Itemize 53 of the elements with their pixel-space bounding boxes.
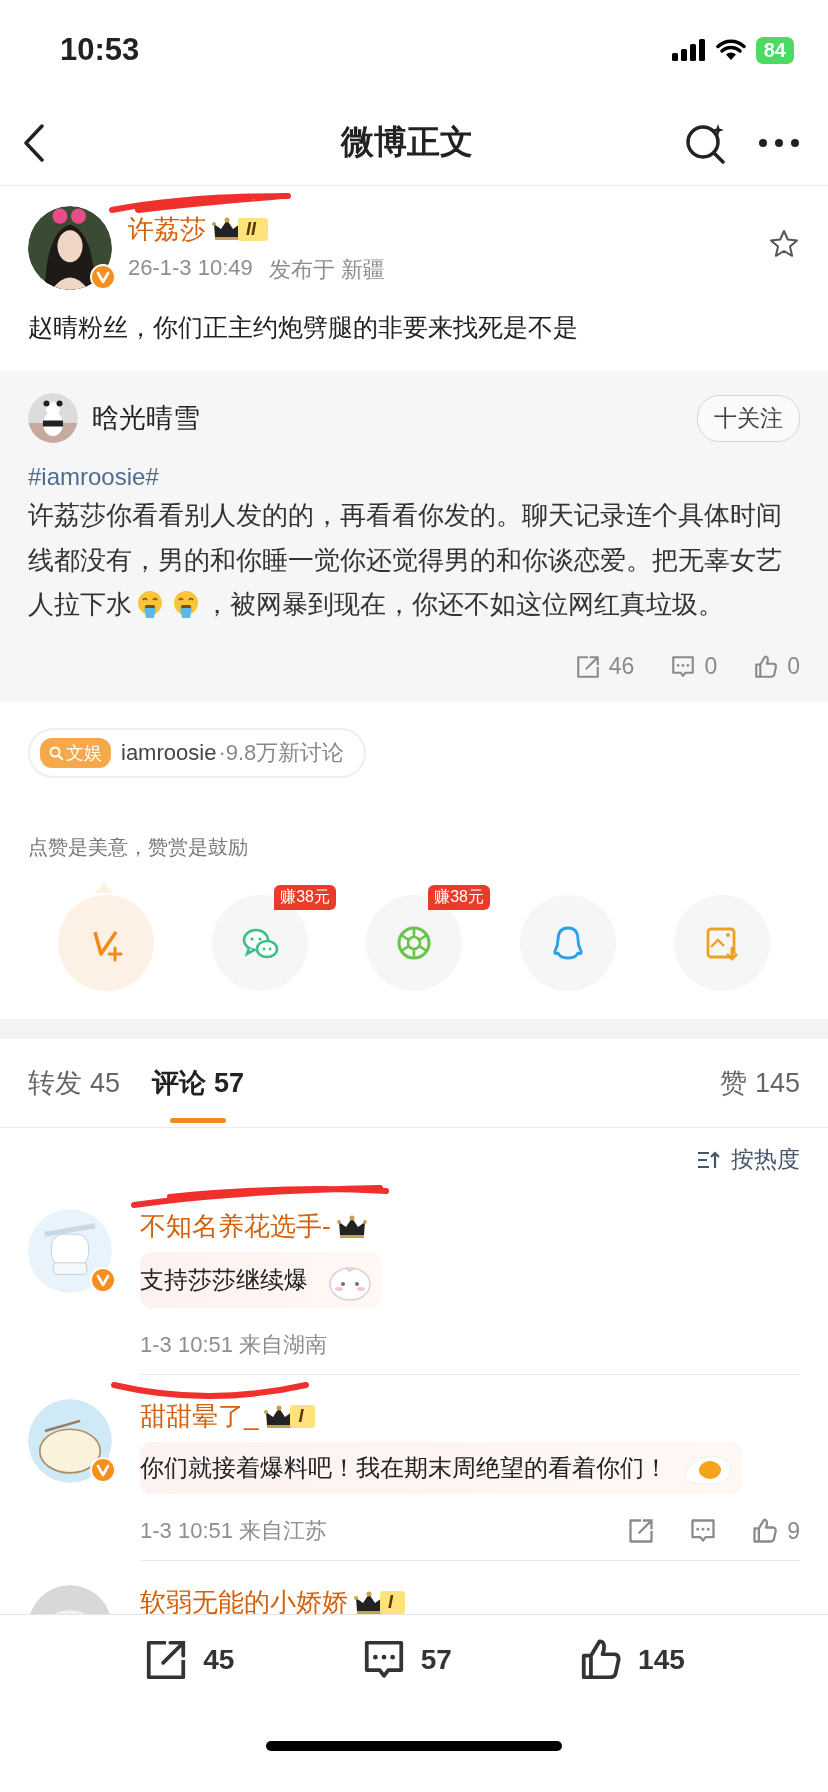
clock-time: 10:53 xyxy=(60,32,140,68)
count-label: 9 xyxy=(787,1517,800,1545)
tab[interactable]: 赞 145 xyxy=(719,1039,800,1128)
signal-icon xyxy=(671,39,706,61)
user-name[interactable]: 许荔莎 xyxy=(128,211,206,247)
crying-emoji-icon xyxy=(135,589,165,620)
back-icon[interactable] xyxy=(22,123,46,162)
sort-button[interactable]: 按热度 xyxy=(697,1144,800,1176)
crying-emoji-icon xyxy=(171,589,201,620)
reward-hint: 点赞是美意，赞赏是鼓励 xyxy=(27,835,249,861)
comment-icon[interactable] xyxy=(670,653,697,680)
sort-icon xyxy=(697,1149,721,1170)
comment-meta: 1-3 10:51 来自江苏 xyxy=(140,1517,328,1546)
like-icon[interactable] xyxy=(753,653,780,680)
hashtag-link[interactable]: #iamroosie# xyxy=(28,463,159,491)
level-badge: I xyxy=(380,1591,405,1614)
user-name[interactable]: 晗光晴雪 xyxy=(92,400,683,436)
count-label: 0 xyxy=(704,653,718,681)
comment-text: 你们就接着爆料吧！我在期末周绝望的看着你们！ xyxy=(140,1453,668,1484)
page-title: 微博正文 xyxy=(339,122,474,162)
more-icon[interactable] xyxy=(758,137,800,148)
comment-text: 支持莎莎继续爆 xyxy=(140,1265,308,1296)
repost-text: 许荔莎你看看别人发的的，再看看你发的。聊天记录连个具体时间线都没有，男的和你睡一觉你还觉得男的和你谈恋爱。把无辜女艺人拉下水 ，被网暴到现在，你还不如这位网红真垃圾。 xyxy=(28,499,783,622)
category-label: 文娱 xyxy=(66,742,102,766)
user-name[interactable]: 不知名养花选手- xyxy=(140,1209,331,1245)
topic-stat: ·9.8万新讨论 xyxy=(218,739,345,768)
like-button[interactable]: 145 xyxy=(578,1637,685,1683)
share-icon[interactable] xyxy=(627,1517,656,1546)
battery-level: 84 xyxy=(755,36,794,64)
wifi-icon xyxy=(715,39,746,61)
share-icon[interactable] xyxy=(574,653,601,680)
tab[interactable]: 评论 57 xyxy=(152,1039,245,1128)
like-icon[interactable] xyxy=(751,1517,780,1546)
count-label: 0 xyxy=(787,653,800,681)
follow-button[interactable]: 十关注 xyxy=(697,394,800,442)
comment-meta: 1-3 10:51 来自湖南 xyxy=(140,1331,328,1360)
topic-link[interactable]: 文娱 iamroosie·9.8万新讨论 xyxy=(28,728,367,779)
search-icon xyxy=(49,746,63,761)
user-name[interactable]: 甜甜晕了_ xyxy=(140,1399,259,1435)
post-time: 26-1-3 10:49 xyxy=(128,254,253,282)
topic-name: iamroosie xyxy=(121,740,217,767)
repost-button[interactable]: 45 xyxy=(143,1637,235,1683)
count-label: 46 xyxy=(608,653,635,681)
post-location: 发布于 新疆 xyxy=(268,255,385,284)
reward-badge: 赚38元 xyxy=(274,885,336,911)
level-badge: I xyxy=(290,1405,316,1429)
post-text: 赵晴粉丝，你们正主约炮劈腿的非要来找死是不是 xyxy=(28,312,579,343)
reward-badge: 赚38元 xyxy=(428,885,490,911)
star-icon[interactable] xyxy=(768,228,800,260)
level-badge: II xyxy=(238,217,268,241)
comment-button[interactable]: 57 xyxy=(360,1637,452,1683)
crown-icon xyxy=(336,1214,367,1239)
tab[interactable]: 转发 45 xyxy=(28,1039,121,1128)
